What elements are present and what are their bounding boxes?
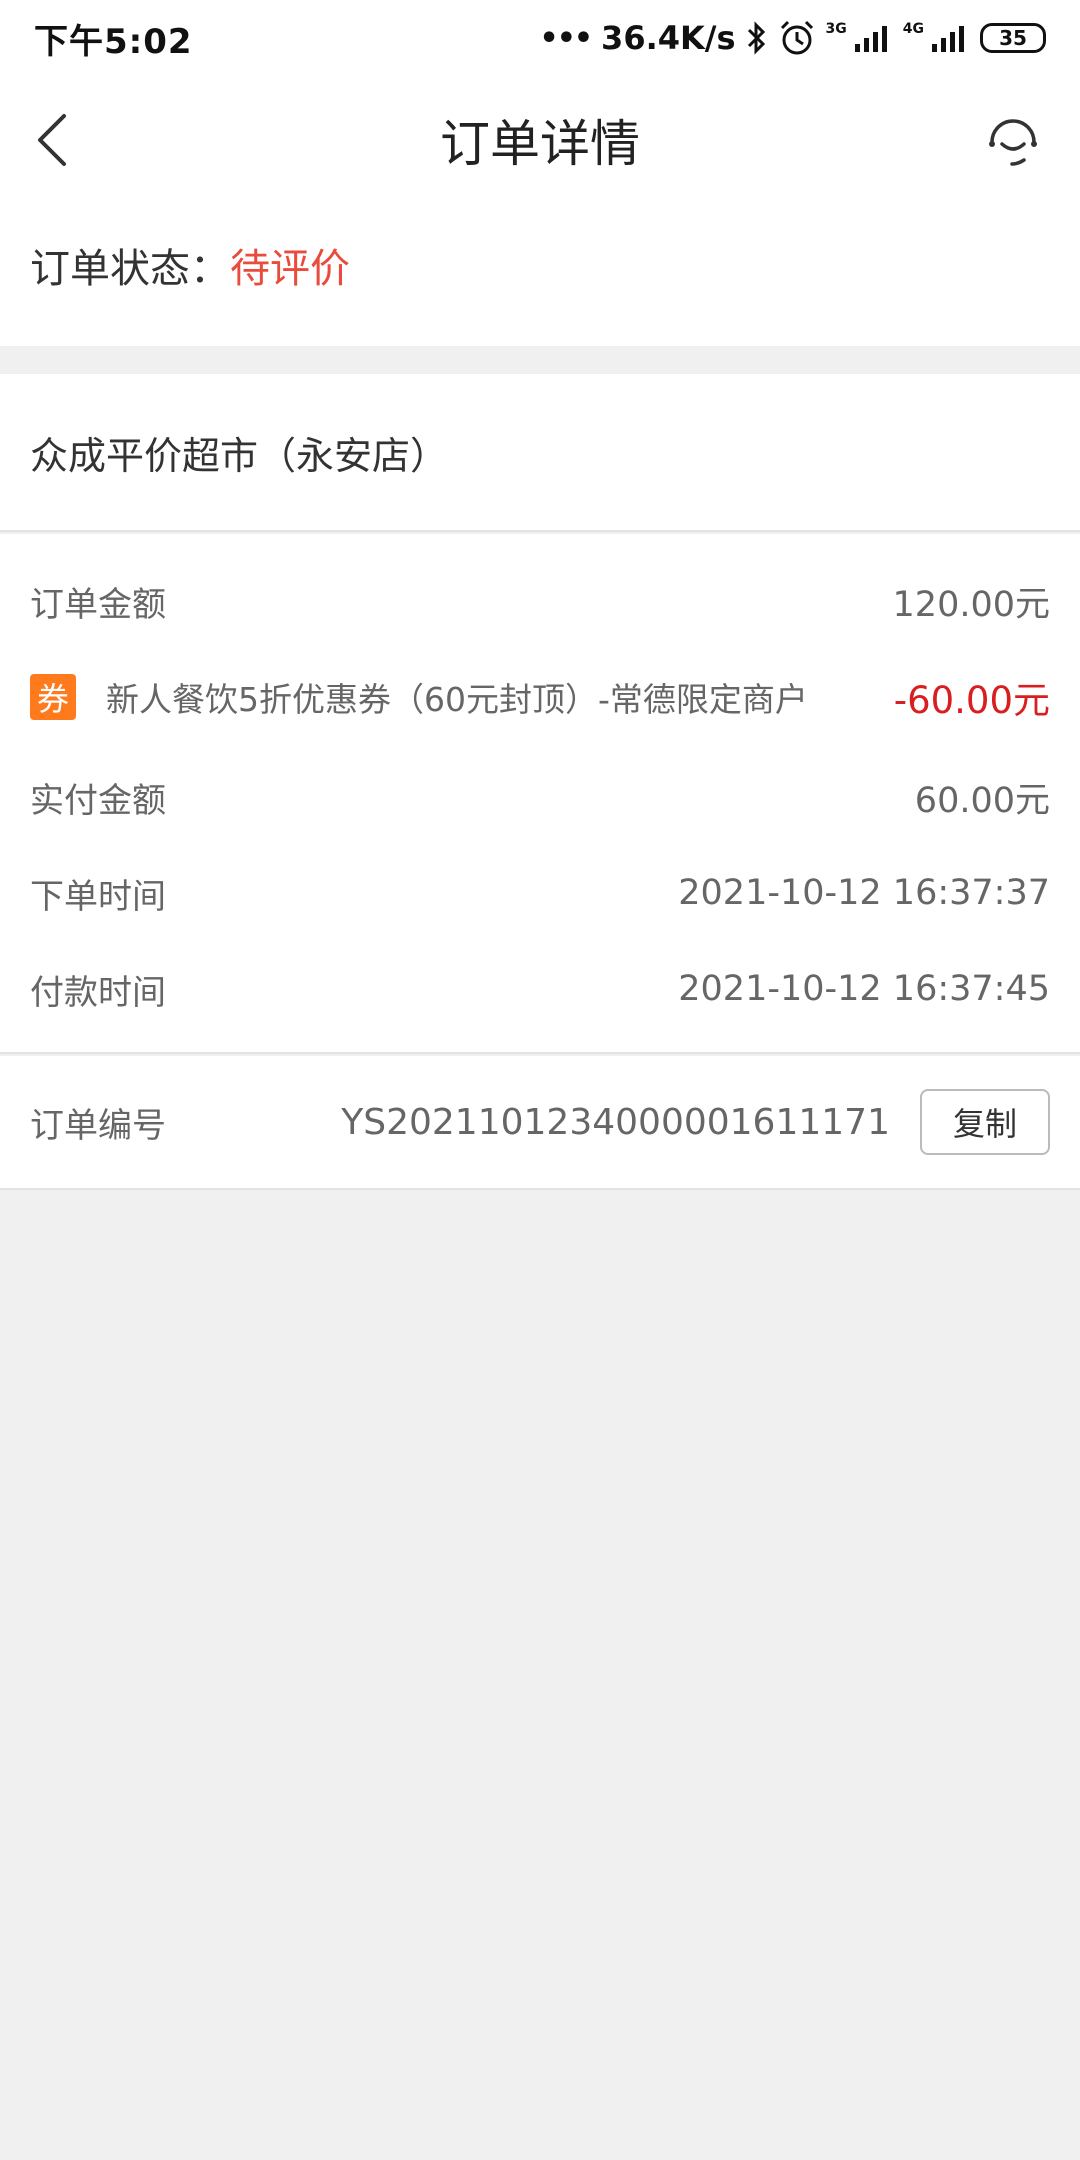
paid-amount-row: 实付金额 60.00元	[30, 767, 1050, 827]
paid-amount-value: 60.00元	[914, 780, 1050, 821]
customer-service-icon[interactable]	[984, 112, 1042, 170]
coupon-name: 新人餐饮5折优惠券（60元封顶）-常德限定商户	[106, 680, 808, 719]
order-status-value: 待评价	[230, 246, 350, 292]
paid-amount-label: 实付金额	[30, 780, 166, 821]
status-time: 下午5:02	[34, 21, 193, 62]
page-title: 订单详情	[440, 115, 640, 173]
order-time-row: 下单时间 2021-10-12 16:37:37	[30, 863, 1050, 923]
order-amount-row: 订单金额 120.00元	[30, 571, 1050, 631]
battery-icon: 35	[980, 23, 1046, 53]
sim1-network-type: 3G	[825, 21, 847, 37]
order-detail-page: 下午5:02 ••• 36.4K/s 3G 4G 35 订单详情 订单状态： 待…	[0, 0, 1080, 2160]
pay-time-row: 付款时间 2021-10-12 16:37:45	[30, 959, 1050, 1019]
nav-bar: 订单详情	[0, 76, 1080, 204]
status-bar: 下午5:02 ••• 36.4K/s 3G 4G 35	[0, 0, 1080, 76]
network-speed: 36.4K/s	[601, 19, 736, 57]
order-status-label: 订单状态：	[30, 246, 230, 292]
pay-time-label: 付款时间	[30, 972, 166, 1013]
order-time-value: 2021-10-12 16:37:37	[678, 873, 1050, 913]
order-amount-value: 120.00元	[892, 584, 1050, 625]
coupon-row: 券 新人餐饮5折优惠券（60元封顶）-常德限定商户 -60.00元	[30, 667, 1050, 727]
order-info-section: 订单金额 120.00元 券 新人餐饮5折优惠券（60元封顶）-常德限定商户 -…	[0, 534, 1080, 1054]
copy-button[interactable]: 复制	[920, 1089, 1050, 1155]
more-dots-icon: •••	[539, 20, 594, 56]
battery-level: 35	[999, 26, 1027, 50]
order-status-section: 订单状态： 待评价	[0, 204, 1080, 346]
signal-4g-icon	[932, 26, 964, 52]
sim2-network-type: 4G	[902, 21, 924, 37]
order-time-label: 下单时间	[30, 876, 166, 917]
order-number-value: YS2021101234000001611171	[341, 1101, 890, 1143]
signal-3g-icon	[854, 26, 887, 52]
coupon-icon: 券	[30, 674, 76, 720]
bluetooth-icon	[747, 21, 765, 55]
alarm-icon	[780, 20, 813, 55]
coupon-discount-value: -60.00元	[893, 679, 1050, 722]
status-icons: ••• 36.4K/s 3G 4G 35	[540, 19, 1046, 57]
store-name: 众成平价超市（永安店）	[30, 433, 449, 478]
store-row[interactable]: 众成平价超市（永安店）	[0, 374, 1080, 532]
pay-time-value: 2021-10-12 16:37:45	[678, 969, 1050, 1009]
order-number-label: 订单编号	[30, 1105, 166, 1146]
order-amount-label: 订单金额	[30, 584, 166, 625]
order-number-row: 订单编号 YS2021101234000001611171 复制	[0, 1056, 1080, 1190]
